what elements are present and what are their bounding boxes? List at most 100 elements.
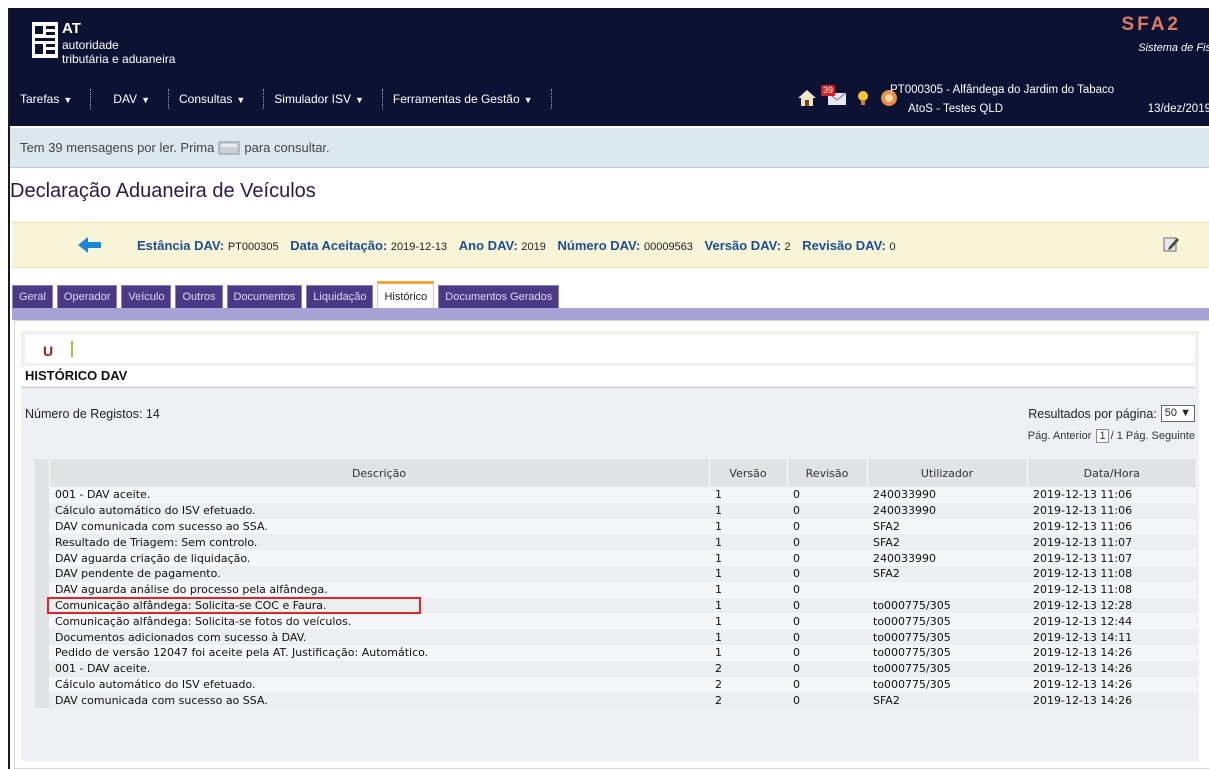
- menu-ferramentas-gestao[interactable]: Ferramentas de Gestão ▼: [383, 89, 552, 109]
- menu-consultas[interactable]: Consultas ▼: [169, 89, 265, 109]
- main-menu: Tarefas ▼ DAV ▼ Consultas ▼ Simulador ISV ▼ …: [10, 86, 552, 112]
- cell-versao: 1: [709, 487, 787, 503]
- cell-revisao: 0: [787, 550, 867, 566]
- dav-info-fields: Estância DAV: PT000305 Data Aceitação: 2…: [137, 238, 904, 253]
- column-header-descricao[interactable]: Descrição: [49, 459, 710, 487]
- cell-utilizador: SFA2: [867, 565, 1027, 582]
- cell-revisao: 0: [787, 565, 867, 582]
- cell-utilizador: to000775/305: [867, 629, 1027, 645]
- menu-label: Ferramentas de Gestão: [392, 92, 520, 106]
- versao-label: Versão DAV:: [704, 238, 781, 253]
- session-date: 13/dez/2019: [1147, 103, 1209, 115]
- column-header-versao[interactable]: Versão: [709, 459, 788, 487]
- tab-operador[interactable]: Operador: [56, 285, 118, 309]
- tab-underline: [12, 308, 1209, 320]
- edit-icon[interactable]: [1162, 235, 1180, 253]
- row-gutter: [35, 565, 49, 582]
- cell-utilizador: 240033990: [867, 487, 1027, 503]
- cell-versao: 1: [709, 597, 787, 614]
- back-arrow-icon[interactable]: [78, 236, 102, 254]
- tab-veiculo[interactable]: Veículo: [121, 285, 172, 309]
- tab-liquidacao[interactable]: Liquidação: [306, 285, 374, 309]
- bulb-icon[interactable]: [853, 88, 873, 108]
- table-row[interactable]: DAV aguarda análise do processo pela alf…: [35, 581, 1197, 598]
- table-row[interactable]: DAV pendente de pagamento. 1 0 SFA2 2019-12-…: [35, 565, 1197, 582]
- cell-utilizador: SFA2: [867, 518, 1027, 535]
- table-row[interactable]: Pedido de versão 12047 foi aceite pela A…: [35, 644, 1197, 661]
- numero-value: 00009563: [643, 241, 693, 253]
- cell-data-hora: 2019-12-13 11:08: [1027, 565, 1197, 582]
- table-row[interactable]: DAV comunicada com sucesso ao SSA. 2 0 SFA2…: [35, 692, 1197, 709]
- menu-tarefas[interactable]: Tarefas ▼: [10, 89, 92, 109]
- message-count-badge: 39: [821, 85, 836, 96]
- table-row[interactable]: DAV aguarda criação de liquidação. 1 0 2400…: [35, 550, 1197, 566]
- table-row[interactable]: Comunicação alfândega: Solicita-se COC e…: [35, 597, 1197, 614]
- pager: Pág. Anterior 1/ 1 Pág. Seguinte: [1028, 429, 1195, 443]
- menu-dav[interactable]: DAV ▼: [91, 89, 169, 109]
- column-header-revisao[interactable]: Revisão: [787, 459, 868, 487]
- history-panel: U HISTÓRICO DAV Número de Registos: 14 R…: [14, 320, 1209, 769]
- u-marker: U: [43, 343, 54, 359]
- per-page-select[interactable]: 50 ▼: [1160, 405, 1195, 422]
- cell-revisao: 0: [787, 692, 867, 709]
- page-number-input[interactable]: 1: [1096, 429, 1109, 443]
- app-window: AT autoridade tributária e aduaneira SFA…: [8, 8, 1209, 769]
- cell-descricao: DAV aguarda análise do processo pela alf…: [49, 581, 709, 598]
- tab-outros[interactable]: Outros: [175, 285, 223, 309]
- brand-line-1: autoridade: [62, 38, 119, 52]
- mailbox-icon[interactable]: [218, 140, 240, 156]
- data-aceitacao-value: 2019-12-13: [390, 241, 448, 253]
- table-row[interactable]: DAV comunicada com sucesso ao SSA. 1 0 SFA2…: [35, 518, 1197, 535]
- cell-versao: 2: [709, 660, 787, 677]
- top-header: AT autoridade tributária e aduaneira SFA…: [10, 8, 1209, 126]
- cell-utilizador: to000775/305: [867, 660, 1027, 677]
- table-row[interactable]: 001 - DAV aceite. 1 0 240033990 2019-12-13 1…: [35, 487, 1197, 503]
- caret-down-icon: ▼: [355, 95, 364, 105]
- record-count: Número de Registos: 14: [25, 407, 160, 421]
- cell-descricao: DAV comunicada com sucesso ao SSA.: [49, 692, 709, 709]
- tab-documentos[interactable]: Documentos: [226, 285, 303, 309]
- cell-versao: 1: [709, 518, 787, 535]
- history-table: Descrição Versão Revisão Utilizador Data…: [35, 459, 1197, 709]
- table-row[interactable]: Cálculo automático do ISV efetuado. 2 0 to0…: [35, 676, 1197, 693]
- table-header-row: Descrição Versão Revisão Utilizador Data…: [35, 459, 1197, 487]
- home-icon[interactable]: [797, 88, 817, 108]
- cell-versao: 1: [709, 502, 787, 519]
- marker-divider: [71, 341, 73, 357]
- tab-geral[interactable]: Geral: [12, 285, 53, 309]
- message-text-before: Tem 39 mensagens por ler. Prima: [20, 140, 215, 155]
- cell-data-hora: 2019-12-13 14:26: [1027, 644, 1197, 661]
- row-gutter: [35, 550, 49, 566]
- numero-label: Número DAV:: [557, 238, 641, 253]
- table-row[interactable]: Resultado de Triagem: Sem controlo. 1 0 SFA…: [35, 534, 1197, 551]
- table-row[interactable]: 001 - DAV aceite. 2 0 to000775/305 2019-12-1…: [35, 660, 1197, 677]
- brand-line-2: tributária e aduaneira: [62, 52, 176, 66]
- tab-documentos-gerados[interactable]: Documentos Gerados: [438, 285, 560, 309]
- menu-simulador-isv[interactable]: Simulador ISV ▼: [264, 89, 383, 109]
- cell-utilizador: to000775/305: [867, 613, 1027, 630]
- column-header-data-hora[interactable]: Data/Hora: [1027, 459, 1197, 487]
- cell-data-hora: 2019-12-13 12:28: [1027, 597, 1197, 614]
- divider: [21, 387, 1195, 388]
- history-title: HISTÓRICO DAV: [21, 366, 1195, 386]
- caret-down-icon: ▼: [236, 95, 246, 105]
- cell-utilizador: to000775/305: [867, 644, 1027, 661]
- table-row[interactable]: Cálculo automático do ISV efetuado. 1 0 240…: [35, 502, 1197, 519]
- at-logo-icon: [32, 22, 58, 58]
- cell-versao: 2: [709, 692, 787, 709]
- table-row[interactable]: Comunicação alfândega: Solicita-se fotos…: [35, 613, 1197, 630]
- cell-data-hora: 2019-12-13 11:06: [1027, 487, 1197, 503]
- cell-utilizador: to000775/305: [867, 676, 1027, 693]
- prev-page-link[interactable]: Pág. Anterior: [1028, 430, 1092, 442]
- tab-historico[interactable]: Histórico: [377, 281, 435, 309]
- row-gutter: [35, 660, 49, 677]
- menu-label: Consultas: [179, 92, 233, 106]
- cell-revisao: 0: [787, 581, 867, 598]
- column-header-utilizador[interactable]: Utilizador: [867, 459, 1028, 487]
- per-page-value: 50: [1164, 407, 1178, 419]
- caret-down-icon: ▼: [1180, 407, 1191, 419]
- row-gutter: [35, 629, 49, 645]
- table-row[interactable]: Documentos adicionados com sucesso à DAV…: [35, 629, 1197, 645]
- next-page-link[interactable]: Pág. Seguinte: [1126, 430, 1195, 442]
- row-gutter: [35, 692, 49, 709]
